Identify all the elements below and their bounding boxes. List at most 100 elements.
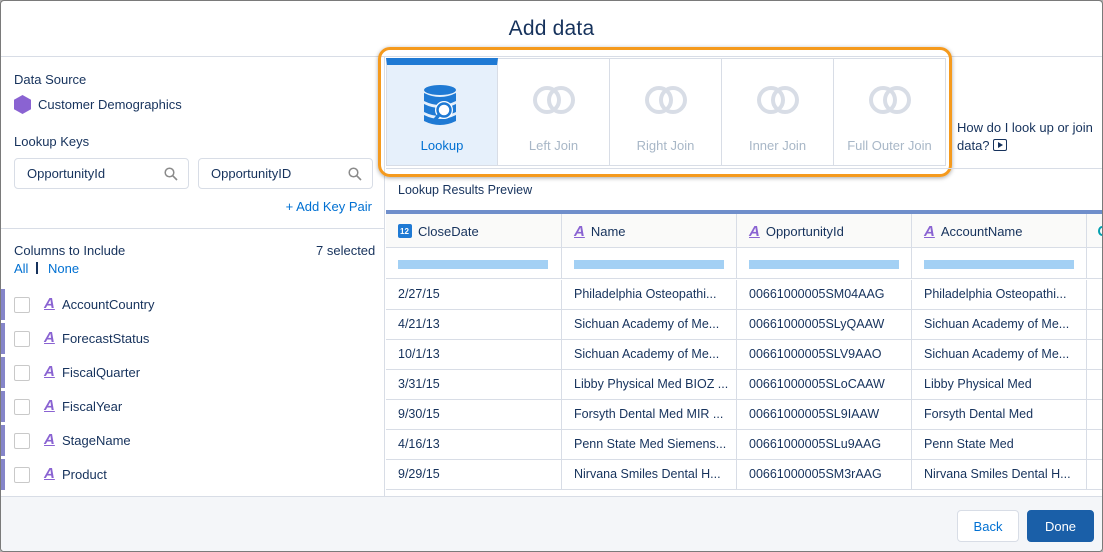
profile-bar	[574, 260, 724, 269]
profile-bar	[924, 260, 1074, 269]
help-link[interactable]: How do I look up or join data?	[957, 119, 1102, 155]
lookup-key-left-input[interactable]: OpportunityId	[14, 158, 189, 189]
table-cell: Nirvana Smiles Dental H...	[912, 460, 1087, 489]
column-profile-row	[386, 248, 1102, 279]
column-name: Product	[62, 467, 107, 482]
column-row-indicator	[1, 425, 5, 456]
column-header-label: AccountName	[940, 223, 1023, 239]
lookup-key-left-value: OpportunityId	[27, 166, 106, 181]
lookup-keys-label: Lookup Keys	[14, 134, 90, 149]
lookup-key-right-input[interactable]: OpportunityID	[198, 158, 373, 189]
table-cell: Sichuan Academy of Me...	[912, 340, 1087, 369]
select-none-link[interactable]: None	[48, 261, 79, 276]
column-row-indicator	[1, 357, 5, 388]
back-button[interactable]: Back	[957, 510, 1019, 542]
column-header-label: Name	[590, 223, 626, 239]
column-row[interactable]: A FiscalQuarter	[1, 357, 384, 391]
table-cell: 00661000005SLu9AAG	[737, 430, 912, 459]
table-cell: Philadelphia Osteopathi...	[562, 280, 737, 309]
column-checkbox[interactable]	[14, 331, 30, 347]
table-cell: Sichuan Academy of Me...	[562, 310, 737, 339]
table-cell: 3/31/15	[386, 370, 562, 399]
search-icon	[348, 167, 362, 181]
data-source-label: Data Source	[14, 72, 87, 87]
table-row: 3/31/15 Libby Physical Med BIOZ ... 0066…	[386, 370, 1102, 400]
column-checkbox[interactable]	[14, 365, 30, 381]
table-row: 4/16/13 Penn State Med Siemens... 006610…	[386, 430, 1102, 460]
done-button[interactable]: Done	[1027, 510, 1094, 542]
table-cell: Forsyth Dental Med MIR ...	[562, 400, 737, 429]
table-cell: Sichuan Academy of Me...	[912, 310, 1087, 339]
column-header-label: CloseDate	[418, 223, 479, 239]
column-divider	[561, 248, 562, 279]
table-cell: 00661000005SL9IAAW	[737, 400, 912, 429]
table-cell: Libby Physical Med	[912, 370, 1087, 399]
table-cell: 4/16/13	[386, 430, 562, 459]
calendar-icon	[398, 224, 412, 238]
column-name: FiscalYear	[62, 399, 123, 414]
table-cell: 9/30/15	[386, 400, 562, 429]
column-row-indicator	[1, 391, 5, 422]
column-row[interactable]: A AccountCountry	[1, 289, 384, 323]
column-divider	[736, 248, 737, 279]
column-header-accountname[interactable]: A AccountName	[912, 214, 1087, 248]
table-cell: 00661000005SLyQAAW	[737, 310, 912, 339]
search-icon	[164, 167, 178, 181]
column-checkbox[interactable]	[14, 467, 30, 483]
video-play-icon[interactable]	[993, 139, 1008, 151]
table-cell: Penn State Med	[912, 430, 1087, 459]
table-row: 9/30/15 Forsyth Dental Med MIR ... 00661…	[386, 400, 1102, 430]
column-row[interactable]: A ForecastStatus	[1, 323, 384, 357]
column-row-indicator	[1, 289, 5, 320]
table-row: 2/27/15 Philadelphia Osteopathi... 00661…	[386, 280, 1102, 310]
callout-highlight-frame	[378, 47, 952, 177]
table-cell: 9/29/15	[386, 460, 562, 489]
text-type-icon: A	[924, 222, 935, 240]
select-all-link[interactable]: All	[14, 261, 28, 276]
left-panel: Data Source Customer Demographics Lookup…	[1, 57, 385, 496]
column-header-name[interactable]: A Name	[562, 214, 737, 248]
column-row-indicator	[1, 323, 5, 354]
selected-count: 7 selected	[316, 243, 376, 258]
lookup-key-right-value: OpportunityID	[211, 166, 292, 181]
table-cell: 4/21/13	[386, 310, 562, 339]
column-checkbox[interactable]	[14, 433, 30, 449]
column-header-opportunityid[interactable]: A OpportunityId	[737, 214, 912, 248]
text-type-icon: A	[44, 329, 55, 346]
column-divider	[911, 248, 912, 279]
add-key-pair-link[interactable]: + Add Key Pair	[286, 199, 372, 214]
column-row[interactable]: A Product	[1, 459, 384, 493]
column-row[interactable]: A FiscalYear	[1, 391, 384, 425]
text-type-icon: A	[44, 465, 55, 482]
column-header-closedate[interactable]: CloseDate	[386, 214, 562, 248]
help-text: How do I look up or join data?	[957, 120, 1093, 153]
modal-footer: Back Done	[1, 496, 1102, 551]
preview-title: Lookup Results Preview	[398, 183, 533, 197]
table-cell: Libby Physical Med BIOZ ...	[562, 370, 737, 399]
table-cell: Forsyth Dental Med	[912, 400, 1087, 429]
text-type-icon: A	[44, 295, 55, 312]
column-checkbox[interactable]	[14, 399, 30, 415]
modal-title: Add data	[508, 16, 595, 40]
hexagon-dataset-icon	[14, 95, 31, 114]
text-type-icon: A	[44, 363, 55, 380]
table-row: 9/29/15 Nirvana Smiles Dental H... 00661…	[386, 460, 1102, 490]
table-row: 10/1/13 Sichuan Academy of Me... 0066100…	[386, 340, 1102, 370]
link-separator	[36, 262, 38, 274]
table-cell: Nirvana Smiles Dental H...	[562, 460, 737, 489]
column-name: FiscalQuarter	[62, 365, 141, 380]
column-name: AccountCountry	[62, 297, 155, 312]
column-row[interactable]: A StageName	[1, 425, 384, 459]
data-source-value: Customer Demographics	[38, 97, 182, 112]
table-cell: 00661000005SM04AAG	[737, 280, 912, 309]
table-cell: 00661000005SLV9AAO	[737, 340, 912, 369]
divider	[386, 168, 1102, 169]
profile-bar	[398, 260, 548, 269]
column-checkbox[interactable]	[14, 297, 30, 313]
column-row-indicator	[1, 459, 5, 490]
divider	[1, 228, 384, 229]
table-cell: Philadelphia Osteopathi...	[912, 280, 1087, 309]
table-cell: Penn State Med Siemens...	[562, 430, 737, 459]
table-cell: 10/1/13	[386, 340, 562, 369]
column-divider	[1086, 248, 1087, 279]
